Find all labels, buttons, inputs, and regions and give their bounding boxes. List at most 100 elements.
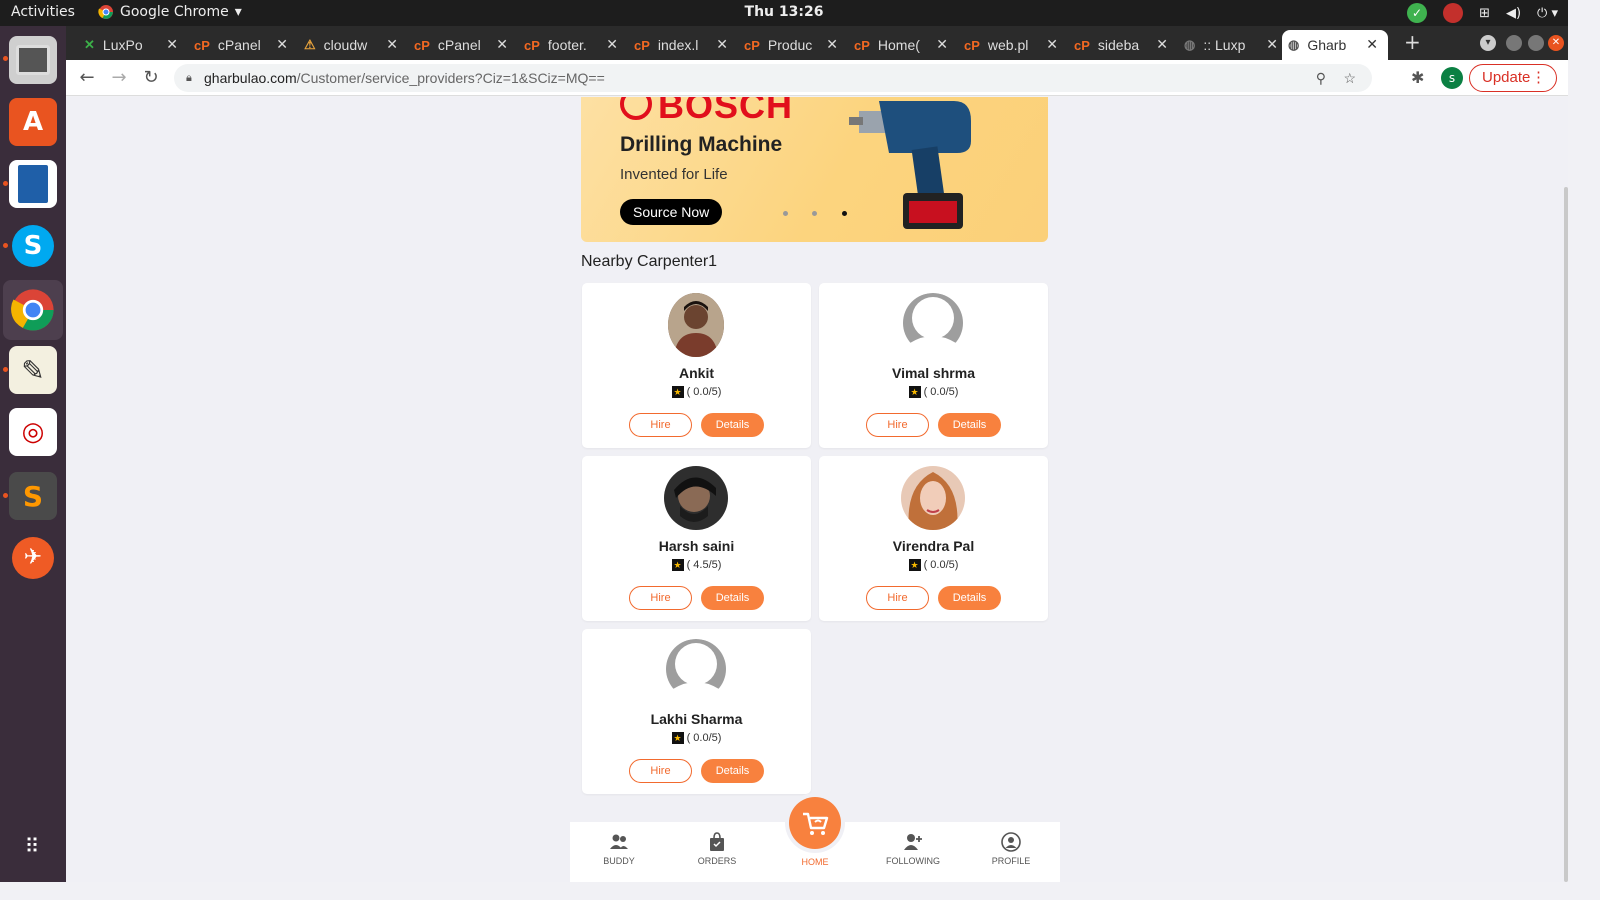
close-tab-icon[interactable]: ✕	[936, 36, 948, 53]
tab-active[interactable]: ◍ Gharb ✕	[1282, 30, 1388, 60]
carousel-dot[interactable]	[783, 211, 788, 216]
tab-search-icon[interactable]: ▾	[1480, 35, 1496, 51]
text-editor-icon[interactable]: ✎	[9, 346, 57, 394]
postman-icon[interactable]: ✈	[9, 534, 57, 582]
pdf-viewer-icon[interactable]: ◎	[9, 408, 57, 456]
avatar-placeholder	[900, 293, 966, 357]
software-center-icon[interactable]: A	[9, 98, 57, 146]
carousel-dot[interactable]	[812, 211, 817, 216]
files-icon[interactable]	[9, 36, 57, 84]
hire-button[interactable]: Hire	[866, 413, 929, 437]
provider-name: Harsh saini	[658, 538, 735, 554]
globe-icon: ◍	[1288, 37, 1300, 52]
promo-banner[interactable]: BOSCH Drilling Machine Invented for Life…	[581, 97, 1048, 242]
nav-following[interactable]: FOLLOWING	[878, 832, 948, 866]
close-tab-icon[interactable]: ✕	[496, 36, 508, 53]
tab[interactable]: cP web.pl ✕	[958, 30, 1068, 60]
running-indicator	[3, 181, 8, 186]
network-icon[interactable]: ⊞	[1479, 6, 1490, 21]
close-tab-icon[interactable]: ✕	[386, 36, 398, 53]
cpanel-icon: cP	[634, 37, 650, 53]
close-tab-icon[interactable]: ✕	[1046, 36, 1058, 53]
tab[interactable]: ◍:: Luxp ✕	[1178, 30, 1288, 60]
tab-label: web.pl	[987, 37, 1029, 53]
profile-avatar[interactable]: s	[1441, 67, 1463, 89]
close-tab-icon[interactable]: ✕	[1366, 36, 1378, 53]
cpanel-icon: cP	[524, 37, 540, 53]
sublime-text-icon[interactable]: S	[9, 472, 57, 520]
forward-icon[interactable]: →	[107, 66, 131, 90]
cpanel-icon: cP	[744, 37, 760, 53]
skype-icon[interactable]: S	[9, 222, 57, 270]
details-button[interactable]: Details	[701, 413, 764, 437]
tab-label: index.l	[657, 37, 699, 53]
hire-button[interactable]: Hire	[629, 759, 692, 783]
close-tab-icon[interactable]: ✕	[606, 36, 618, 53]
provider-card: Lakhi Sharma ★( 0.0/5) Hire Details	[582, 629, 811, 794]
home-cart-button[interactable]	[789, 797, 841, 849]
nav-home[interactable]: HOME	[780, 857, 850, 867]
details-button[interactable]: Details	[938, 586, 1001, 610]
tab[interactable]: cP footer. ✕	[518, 30, 628, 60]
tab[interactable]: cP cPanel ✕	[408, 30, 518, 60]
nav-profile[interactable]: PROFILE	[976, 832, 1046, 866]
app-grid-icon[interactable]: ⠿	[9, 822, 57, 870]
reload-icon[interactable]: ↻	[139, 66, 163, 90]
hire-button[interactable]: Hire	[629, 413, 692, 437]
running-indicator	[3, 56, 8, 61]
hire-button[interactable]: Hire	[866, 586, 929, 610]
provider-name: Lakhi Sharma	[650, 711, 743, 727]
close-tab-icon[interactable]: ✕	[276, 36, 288, 53]
close-tab-icon[interactable]: ✕	[1266, 36, 1278, 53]
clock[interactable]: Thu 13:26	[0, 4, 1568, 20]
scrollbar[interactable]	[1564, 187, 1568, 882]
hire-button[interactable]: Hire	[629, 586, 692, 610]
extensions-icon[interactable]: ✱	[1411, 68, 1424, 87]
close-tab-icon[interactable]: ✕	[716, 36, 728, 53]
nav-orders[interactable]: ORDERS	[682, 832, 752, 866]
avatar-placeholder	[663, 639, 729, 703]
power-icon[interactable]: ⏻ ▾	[1537, 6, 1558, 21]
close-tab-icon[interactable]: ✕	[826, 36, 838, 53]
tab-label: Produc	[767, 37, 813, 53]
close-window-icon[interactable]: ✕	[1548, 35, 1564, 51]
address-bar[interactable]: 🔒︎ gharbulao.com/Customer/service_provid…	[174, 64, 1372, 92]
url-path: /Customer/service_providers?Ciz=1&SCiz=M…	[296, 70, 605, 86]
tab-label: sideba	[1097, 37, 1140, 53]
details-button[interactable]: Details	[701, 586, 764, 610]
location-icon[interactable]: ⚲	[1316, 64, 1326, 92]
minimize-icon[interactable]	[1506, 35, 1522, 51]
close-tab-icon[interactable]: ✕	[166, 36, 178, 53]
details-button[interactable]: Details	[938, 413, 1001, 437]
shopping-bag-icon	[710, 832, 724, 851]
bookmark-star-icon[interactable]: ☆	[1343, 64, 1356, 92]
system-tray[interactable]: ✓ ⊞ ◀) ⏻ ▾	[1407, 3, 1558, 23]
writer-document-icon[interactable]	[9, 160, 57, 208]
tab[interactable]: cP cPanel ✕	[188, 30, 298, 60]
tab[interactable]: cP sideba ✕	[1068, 30, 1178, 60]
tab[interactable]: cP index.l ✕	[628, 30, 738, 60]
back-icon[interactable]: ←	[75, 66, 99, 90]
close-tab-icon[interactable]: ✕	[1156, 36, 1168, 53]
nav-buddy[interactable]: BUDDY	[584, 832, 654, 866]
new-tab-button[interactable]: +	[1404, 30, 1421, 54]
tab[interactable]: ⚠ cloudw ✕	[298, 30, 408, 60]
update-button[interactable]: Update ⋮	[1469, 64, 1557, 92]
tab[interactable]: cP Produc ✕	[738, 30, 848, 60]
details-button[interactable]: Details	[701, 759, 764, 783]
update-check-icon[interactable]: ✓	[1407, 3, 1428, 23]
indicator-icon[interactable]	[1443, 3, 1464, 23]
volume-icon[interactable]: ◀)	[1506, 6, 1521, 21]
tab[interactable]: ✕ LuxPo ✕	[78, 30, 188, 60]
nav-label: ORDERS	[697, 856, 737, 866]
tab-label: footer.	[547, 37, 587, 53]
carousel-dot-active[interactable]	[842, 211, 847, 216]
source-now-button[interactable]: Source Now	[620, 199, 723, 225]
tab[interactable]: cP Home(✕	[848, 30, 958, 60]
kebab-menu-icon[interactable]: ⋮	[1531, 65, 1546, 91]
chrome-dock-icon[interactable]	[3, 280, 63, 340]
lock-icon[interactable]: 🔒︎	[186, 64, 192, 92]
tab-label: Gharb	[1307, 37, 1347, 53]
maximize-icon[interactable]	[1528, 35, 1544, 51]
nav-label: HOME	[801, 857, 829, 867]
